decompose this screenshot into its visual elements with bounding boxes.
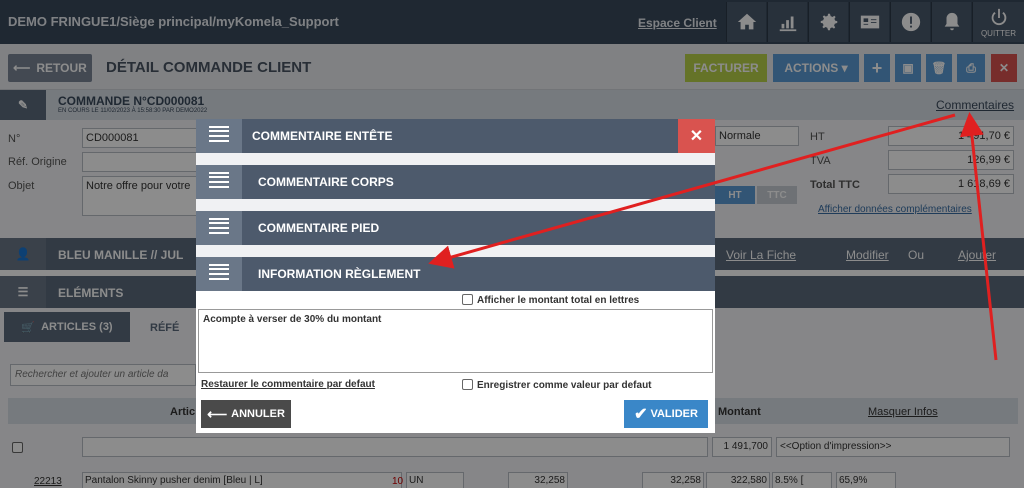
arrow-to-comments [959, 112, 998, 361]
arrow-to-reglement [428, 113, 956, 269]
annotation-arrows [428, 112, 998, 361]
